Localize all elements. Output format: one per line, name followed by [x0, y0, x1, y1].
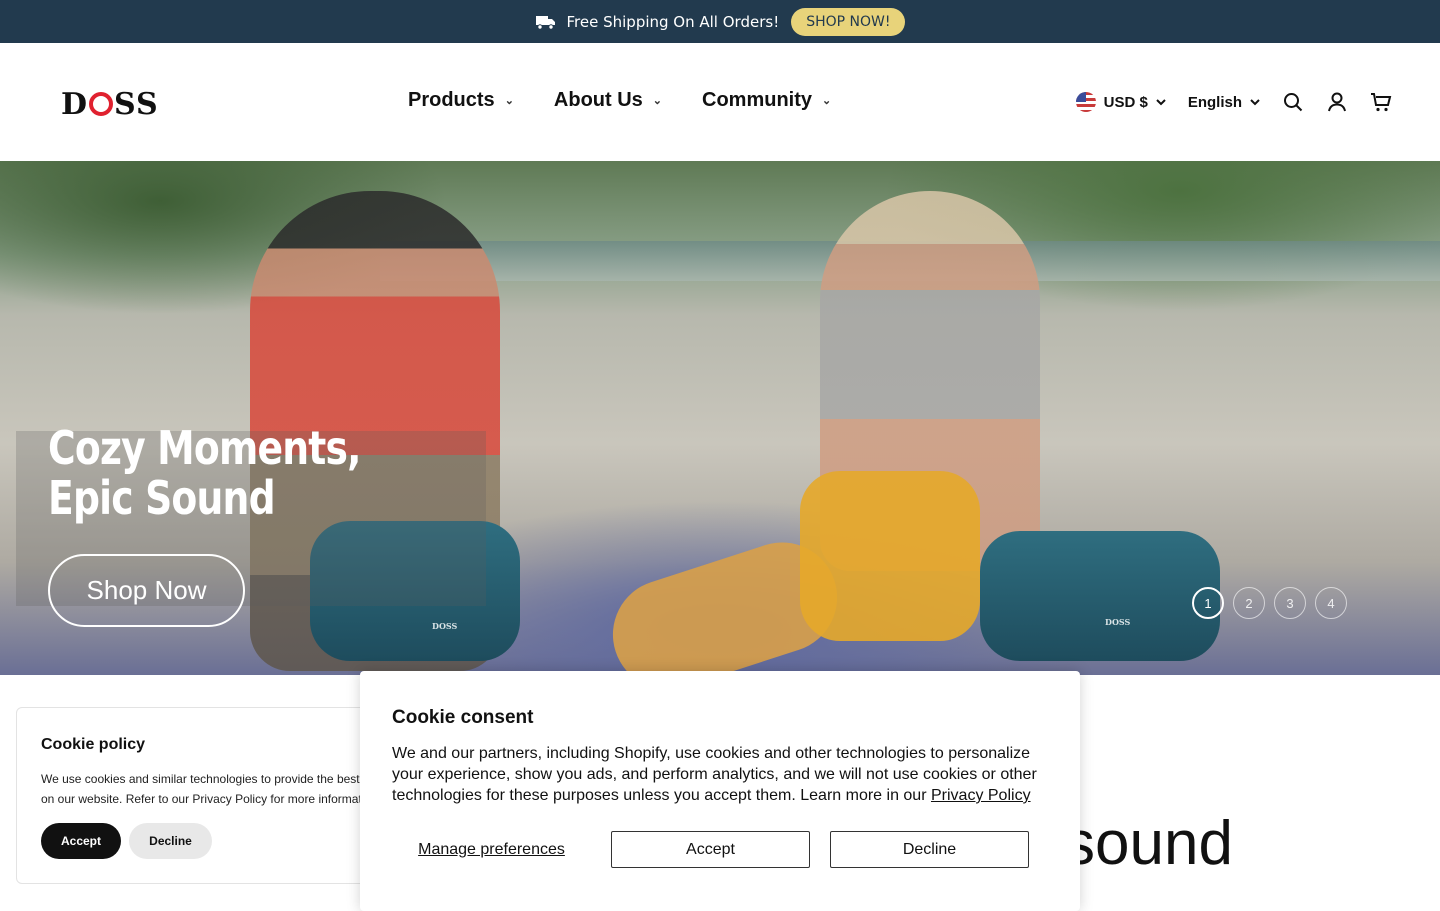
cookie-consent-text: We and our partners, including Shopify, … — [392, 745, 1037, 804]
hero-shop-now-button[interactable]: Shop Now — [48, 554, 245, 627]
speaker-brand-label: DOSS — [432, 621, 458, 631]
privacy-policy-link[interactable]: Privacy Policy — [931, 787, 1031, 804]
slide-dot[interactable]: 2 — [1233, 587, 1265, 619]
account-icon[interactable] — [1326, 91, 1348, 113]
slide-dot[interactable]: 1 — [1192, 587, 1224, 619]
header-utilities: USD $ English — [1075, 91, 1392, 113]
cookie-policy-accept-button[interactable]: Accept — [41, 823, 121, 859]
cookie-policy-actions: Accept Decline — [41, 823, 212, 859]
announcement-bar: Free Shipping On All Orders! SHOP NOW! — [0, 0, 1440, 43]
nav-item-about-us[interactable]: About Us ⌄ — [554, 89, 662, 112]
cookie-consent-dialog: Cookie consent We and our partners, incl… — [360, 671, 1080, 911]
cookie-policy-title: Cookie policy — [41, 736, 146, 753]
chevron-down-icon: ⌄ — [504, 95, 514, 107]
search-icon[interactable] — [1282, 91, 1304, 113]
site-header: D SS Products ⌄ About Us ⌄ Community ⌄ US… — [0, 43, 1440, 161]
slide-dot[interactable]: 4 — [1315, 587, 1347, 619]
chevron-down-icon — [1250, 98, 1260, 105]
hero-banner: DOSS DOSS Cozy Moments, Epic Sound Shop … — [0, 161, 1440, 675]
chevron-down-icon: ⌄ — [652, 95, 663, 107]
truck-icon — [535, 14, 557, 30]
cookie-consent-title: Cookie consent — [392, 707, 534, 728]
nav-item-products[interactable]: Products ⌄ — [408, 89, 514, 112]
cookie-policy-text: on our website. Refer to our Privacy Pol… — [41, 792, 362, 806]
language-selector[interactable]: English — [1188, 94, 1260, 111]
slide-pagination: 1 2 3 4 — [1192, 587, 1347, 619]
nav-item-community[interactable]: Community ⌄ — [702, 89, 831, 112]
cookie-policy-decline-button[interactable]: Decline — [129, 823, 212, 859]
hero-photo-backpack — [800, 471, 980, 641]
announcement-shop-button[interactable]: SHOP NOW! — [791, 7, 906, 36]
hero-title: Cozy Moments, Epic Sound — [48, 421, 361, 525]
currency-selector[interactable]: USD $ — [1075, 92, 1166, 112]
section-heading: sound — [1064, 809, 1233, 878]
hero-photo-speaker — [980, 531, 1220, 661]
main-nav: Products ⌄ About Us ⌄ Community ⌄ — [408, 89, 831, 112]
slide-dot[interactable]: 3 — [1274, 587, 1306, 619]
consent-accept-button[interactable]: Accept — [611, 831, 810, 868]
chevron-down-icon: ⌄ — [822, 95, 832, 107]
speaker-brand-label: DOSS — [1105, 617, 1131, 627]
manage-preferences-button[interactable]: Manage preferences — [392, 831, 591, 868]
logo-ring-icon — [89, 92, 114, 116]
chevron-down-icon — [1156, 98, 1166, 105]
brand-logo[interactable]: D SS — [61, 87, 159, 122]
us-flag-icon — [1075, 92, 1096, 112]
consent-decline-button[interactable]: Decline — [830, 831, 1029, 868]
cookie-policy-text: We use cookies and similar technologies … — [41, 772, 360, 786]
cookie-consent-actions: Manage preferences Accept Decline — [392, 831, 1029, 868]
announcement-text: Free Shipping On All Orders! — [566, 12, 780, 31]
cart-icon[interactable] — [1370, 91, 1392, 113]
